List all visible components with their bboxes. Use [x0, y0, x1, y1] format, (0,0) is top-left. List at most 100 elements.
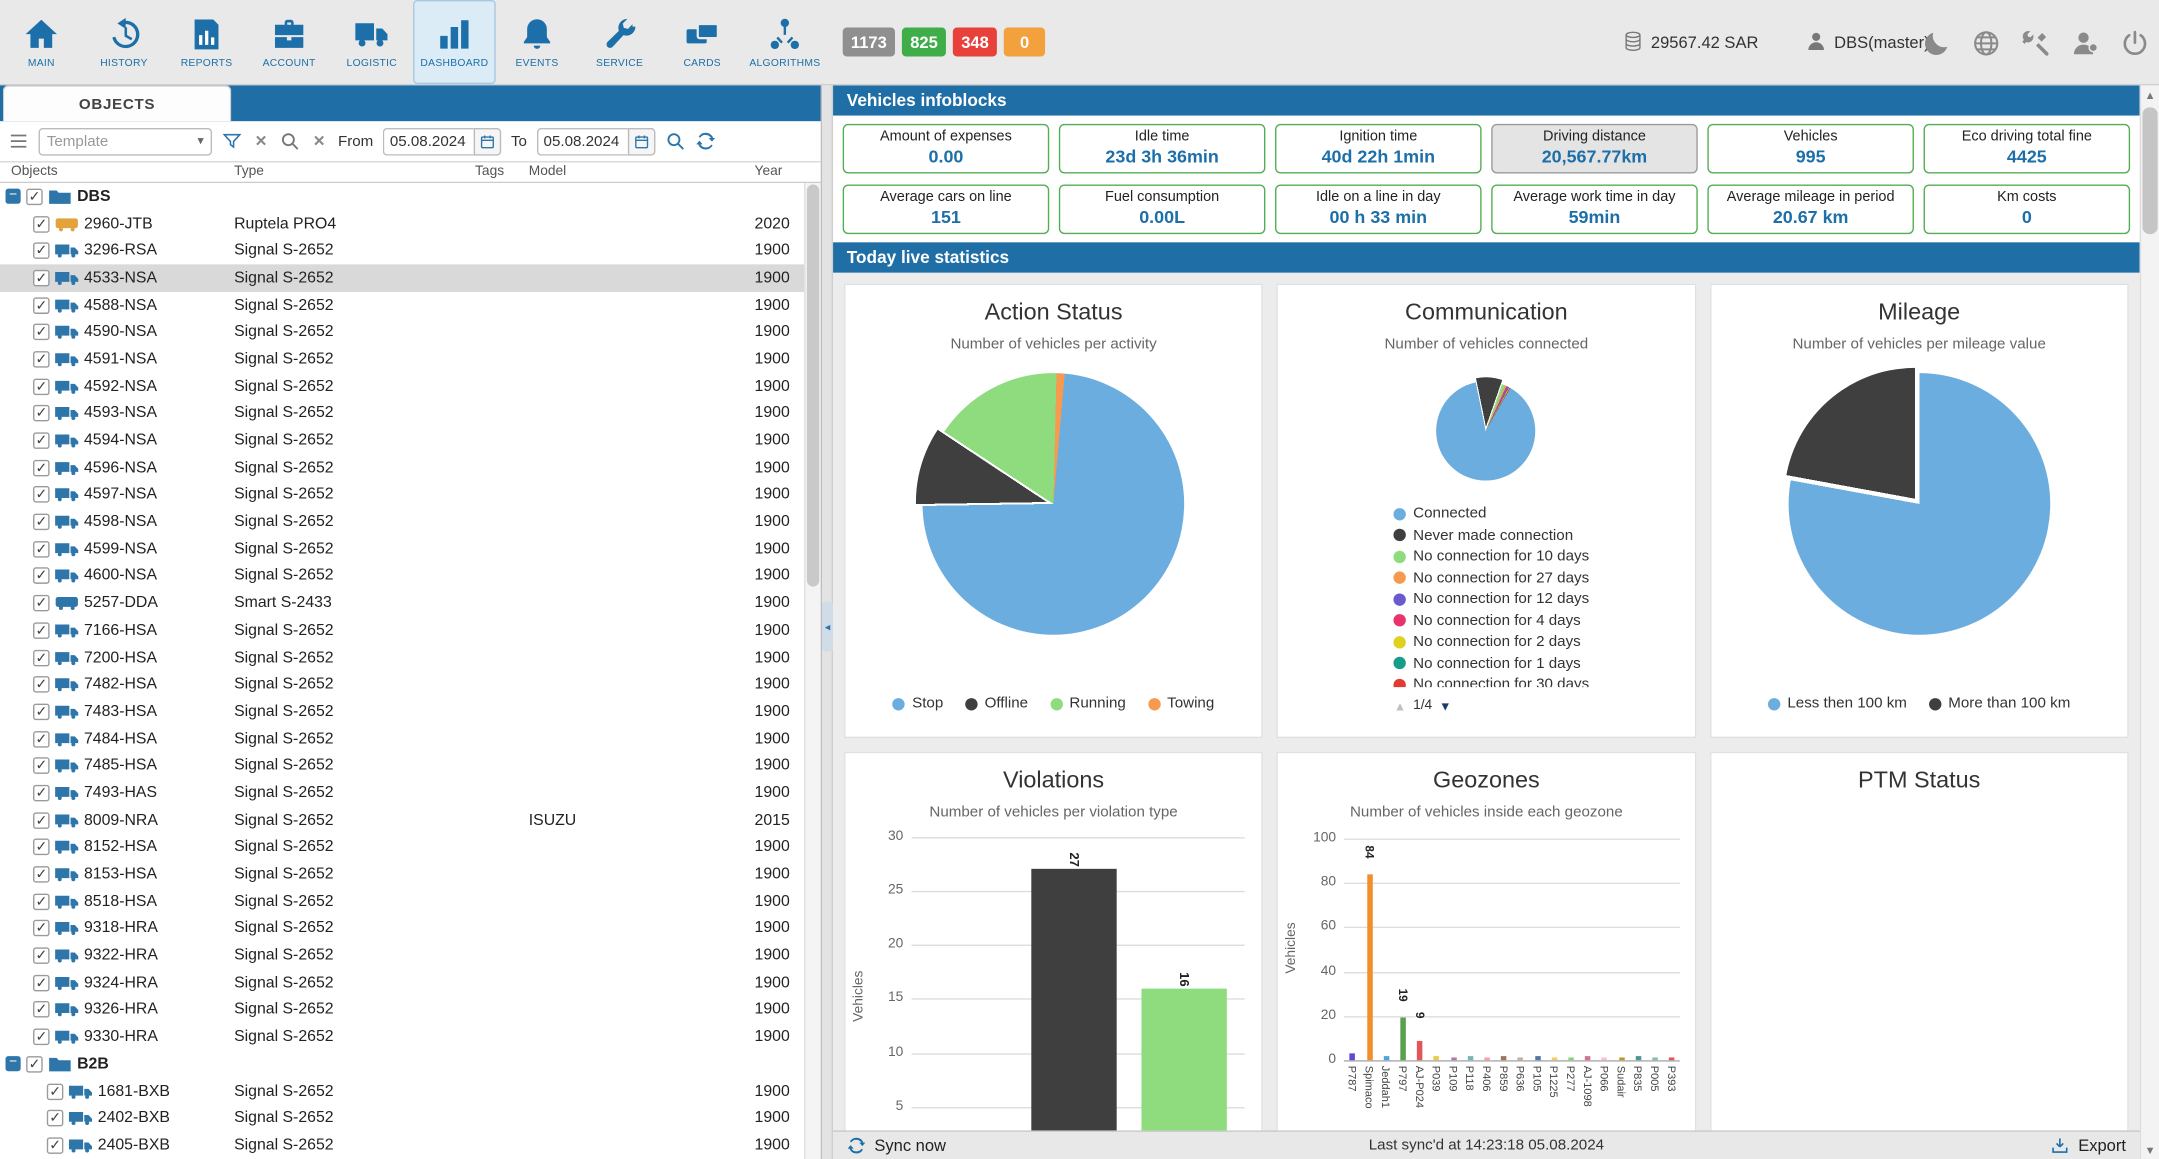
row-checkbox[interactable]: ✓ — [26, 1056, 43, 1073]
legend-item[interactable]: Towing — [1148, 695, 1214, 712]
object-row[interactable]: ✓4588-NSASignal S-26521900 — [0, 292, 804, 319]
row-checkbox[interactable]: ✓ — [33, 893, 50, 910]
col-tags[interactable]: Tags — [475, 164, 504, 179]
nav-item-history[interactable]: HISTORY — [83, 0, 166, 84]
nav-item-service[interactable]: SERVICE — [578, 0, 661, 84]
nav-item-logistic[interactable]: LOGISTIC — [330, 0, 413, 84]
row-checkbox[interactable]: ✓ — [33, 595, 50, 612]
object-row[interactable]: ✓2405-BXBSignal S-26521900 — [0, 1132, 804, 1159]
infoblock-card[interactable]: Vehicles995 — [1707, 124, 1914, 174]
row-checkbox[interactable]: ✓ — [33, 460, 50, 477]
filter-icon[interactable] — [222, 131, 243, 152]
object-row[interactable]: −✓DBS — [0, 183, 804, 210]
row-checkbox[interactable]: ✓ — [26, 188, 43, 205]
col-type[interactable]: Type — [234, 164, 264, 179]
object-row[interactable]: ✓4599-NSASignal S-26521900 — [0, 536, 804, 563]
object-row[interactable]: ✓1681-BXBSignal S-26521900 — [0, 1078, 804, 1105]
legend-item[interactable]: Stop — [893, 695, 943, 712]
object-row[interactable]: ✓8009-NRASignal S-2652ISUZU2015 — [0, 807, 804, 834]
export-button[interactable]: Export — [2051, 1136, 2126, 1155]
sync-now-button[interactable]: Sync now — [847, 1136, 946, 1155]
row-checkbox[interactable]: ✓ — [33, 839, 50, 856]
refresh-icon[interactable] — [695, 131, 716, 152]
bar[interactable] — [1518, 1058, 1524, 1060]
col-objects[interactable]: Objects — [11, 164, 58, 179]
row-checkbox[interactable]: ✓ — [33, 487, 50, 504]
object-row[interactable]: ✓3296-RSASignal S-26521900 — [0, 237, 804, 264]
legend-item[interactable]: No connection for 10 days — [1394, 548, 1589, 565]
object-row[interactable]: ✓4591-NSASignal S-26521900 — [0, 346, 804, 373]
list-settings-icon[interactable] — [8, 131, 29, 152]
object-row[interactable]: ✓4600-NSASignal S-26521900 — [0, 563, 804, 590]
object-row[interactable]: ✓9330-HRASignal S-26521900 — [0, 1023, 804, 1050]
row-checkbox[interactable]: ✓ — [33, 812, 50, 829]
row-checkbox[interactable]: ✓ — [33, 622, 50, 639]
clear-filter-icon[interactable]: ✕ — [252, 132, 270, 150]
row-checkbox[interactable]: ✓ — [33, 514, 50, 531]
collapse-toggle[interactable]: − — [6, 1057, 21, 1072]
object-row[interactable]: ✓9322-HRASignal S-26521900 — [0, 942, 804, 969]
date-to-input[interactable] — [537, 127, 628, 155]
status-badge-1[interactable]: 825 — [902, 28, 946, 57]
object-row[interactable]: ✓7483-HSASignal S-26521900 — [0, 698, 804, 725]
status-badge-2[interactable]: 348 — [953, 28, 997, 57]
clear-search-icon[interactable]: ✕ — [310, 132, 328, 150]
object-row[interactable]: ✓7484-HSASignal S-26521900 — [0, 725, 804, 752]
row-checkbox[interactable]: ✓ — [33, 920, 50, 937]
power-icon[interactable] — [2120, 28, 2149, 57]
bar[interactable] — [1417, 1040, 1423, 1060]
legend-item[interactable]: Never made connection — [1394, 527, 1589, 544]
bar[interactable] — [1367, 874, 1373, 1060]
row-checkbox[interactable]: ✓ — [33, 866, 50, 883]
search-apply-icon[interactable] — [665, 131, 686, 152]
tab-objects[interactable]: OBJECTS — [3, 85, 232, 121]
object-row[interactable]: ✓7485-HSASignal S-26521900 — [0, 752, 804, 779]
row-checkbox[interactable]: ✓ — [33, 541, 50, 558]
object-row[interactable]: ✓4594-NSASignal S-26521900 — [0, 427, 804, 454]
object-row[interactable]: ✓7493-HASSignal S-26521900 — [0, 780, 804, 807]
nav-item-cards[interactable]: CARDS — [661, 0, 744, 84]
infoblock-card[interactable]: Km costs0 — [1924, 185, 2131, 235]
object-row[interactable]: ✓9324-HRASignal S-26521900 — [0, 969, 804, 996]
object-row[interactable]: ✓4592-NSASignal S-26521900 — [0, 373, 804, 400]
row-checkbox[interactable]: ✓ — [33, 758, 50, 775]
bar[interactable] — [1552, 1058, 1558, 1060]
row-checkbox[interactable]: ✓ — [33, 216, 50, 233]
main-scrollbar[interactable]: ▲ ▼ — [2140, 85, 2159, 1159]
collapse-toggle[interactable]: − — [6, 189, 21, 204]
infoblock-card[interactable]: Eco driving total fine4425 — [1924, 124, 2131, 174]
status-badge-3[interactable]: 0 — [1004, 28, 1045, 57]
bar[interactable] — [1636, 1056, 1642, 1060]
calendar-icon[interactable] — [628, 127, 656, 155]
scroll-down-icon[interactable]: ▼ — [2141, 1140, 2159, 1159]
language-icon[interactable] — [1972, 28, 2001, 57]
bar[interactable] — [1400, 1018, 1406, 1060]
row-checkbox[interactable]: ✓ — [33, 676, 50, 693]
infoblock-card[interactable]: Amount of expenses0.00 — [843, 124, 1050, 174]
row-checkbox[interactable]: ✓ — [33, 649, 50, 666]
object-row[interactable]: ✓4590-NSASignal S-26521900 — [0, 319, 804, 346]
bar[interactable] — [1031, 869, 1116, 1159]
object-row[interactable]: ✓9318-HRASignal S-26521900 — [0, 915, 804, 942]
legend-item[interactable]: No connection for 1 days — [1394, 655, 1589, 672]
object-row[interactable]: ✓8152-HSASignal S-26521900 — [0, 834, 804, 861]
bar[interactable] — [1669, 1058, 1675, 1060]
template-select[interactable]: Template ▾ — [39, 127, 212, 155]
row-checkbox[interactable]: ✓ — [33, 703, 50, 720]
bar[interactable] — [1568, 1058, 1574, 1060]
scrollbar-thumb[interactable] — [2142, 107, 2157, 234]
nav-item-reports[interactable]: REPORTS — [165, 0, 248, 84]
bar[interactable] — [1468, 1056, 1474, 1060]
row-checkbox[interactable]: ✓ — [33, 243, 50, 260]
bar[interactable] — [1619, 1058, 1625, 1060]
infoblock-card[interactable]: Average mileage in period20.67 km — [1707, 185, 1914, 235]
nav-item-events[interactable]: EVENTS — [496, 0, 579, 84]
status-badge-0[interactable]: 1173 — [843, 28, 895, 57]
row-checkbox[interactable]: ✓ — [33, 297, 50, 314]
object-row[interactable]: ✓9326-HRASignal S-26521900 — [0, 996, 804, 1023]
row-checkbox[interactable]: ✓ — [33, 947, 50, 964]
infoblock-card[interactable]: Ignition time40d 22h 1min — [1275, 124, 1482, 174]
legend-item[interactable]: Running — [1050, 695, 1126, 712]
infoblock-card[interactable]: Fuel consumption0.00L — [1059, 185, 1266, 235]
row-checkbox[interactable]: ✓ — [33, 731, 50, 748]
